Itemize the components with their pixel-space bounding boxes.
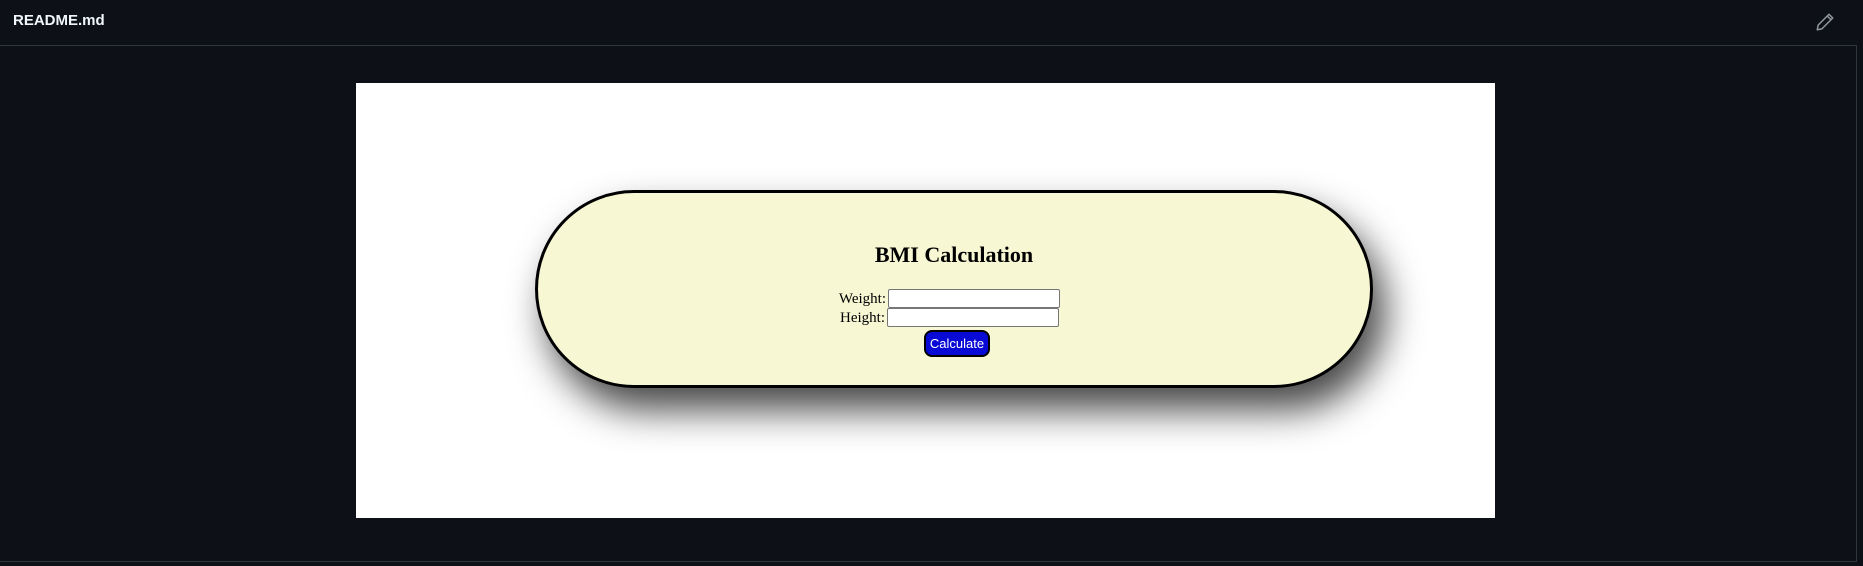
calculate-button[interactable]: Calculate — [924, 330, 990, 357]
content-border-bottom — [0, 561, 1857, 562]
content-border-right — [1856, 46, 1857, 562]
readme-title: README.md — [13, 12, 105, 29]
height-label: Height: — [840, 310, 885, 326]
bmi-card: BMI Calculation Weight: Height: Calculat… — [535, 190, 1373, 388]
weight-input[interactable] — [888, 289, 1060, 308]
weight-row: Weight: — [538, 289, 1370, 309]
readme-header: README.md — [0, 0, 1857, 46]
weight-label: Weight: — [838, 291, 886, 307]
edit-file-button[interactable] — [1815, 12, 1835, 32]
height-row: Height: — [538, 308, 1370, 328]
height-input[interactable] — [887, 308, 1059, 327]
bmi-title: BMI Calculation — [874, 242, 1034, 267]
pencil-icon — [1816, 13, 1834, 31]
bmi-preview-image: BMI Calculation Weight: Height: Calculat… — [356, 83, 1495, 518]
